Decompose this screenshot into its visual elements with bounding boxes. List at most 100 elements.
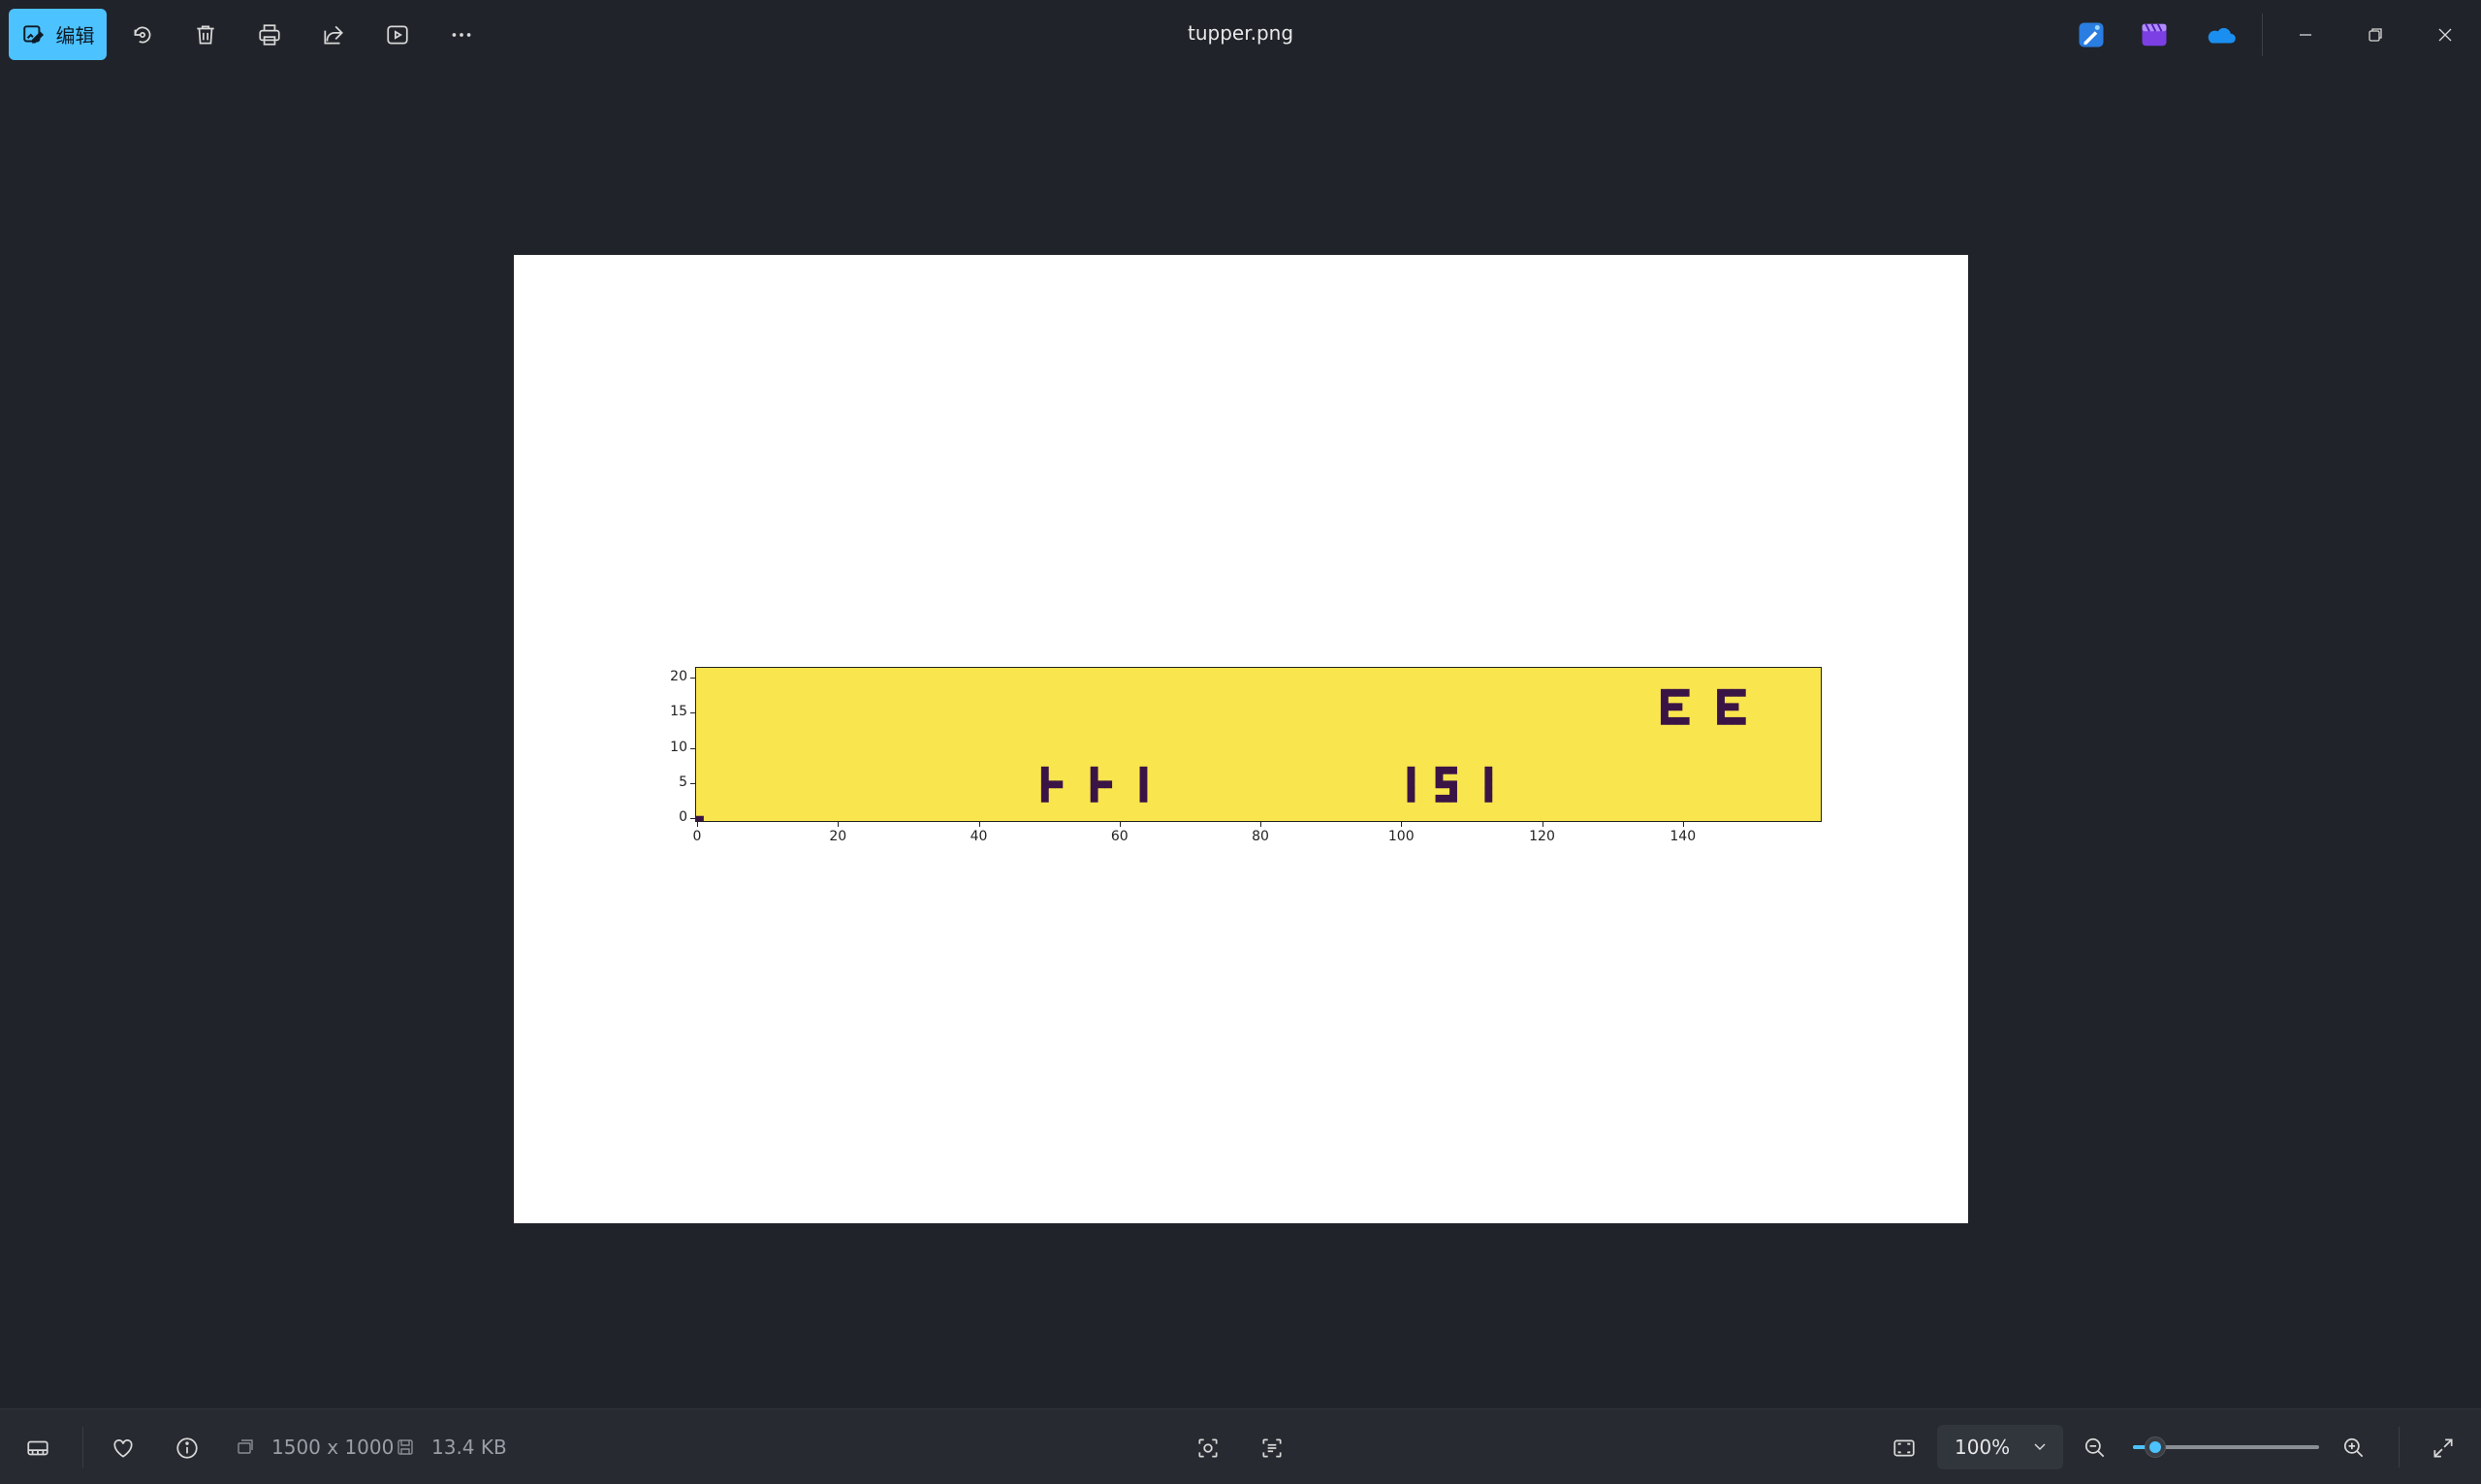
heatmap-cell: [1040, 766, 1049, 774]
image-canvas[interactable]: 0 20 40 60 80 100 120 140 0 5 10 15 20: [514, 255, 1968, 1223]
heatmap-cell: [1040, 774, 1049, 781]
image-dimensions: 1500 x 1000: [271, 1436, 395, 1459]
heatmap-cell: [1090, 794, 1098, 803]
ocr-button[interactable]: [1255, 1431, 1289, 1466]
heatmap-cell: [1717, 688, 1725, 697]
status-divider: [82, 1427, 83, 1468]
print-button[interactable]: [252, 17, 287, 52]
share-button[interactable]: [316, 17, 351, 52]
y-tick-label: 5: [679, 774, 687, 790]
heatmap-cell: [1484, 794, 1493, 803]
y-tick-mark: [690, 677, 695, 679]
y-tick-label: 15: [670, 704, 687, 720]
edit-button[interactable]: 编辑: [9, 9, 107, 60]
heatmap-cell: [1407, 780, 1415, 789]
window-title: tupper.png: [1187, 21, 1294, 45]
heatmap-cell: [1717, 703, 1725, 711]
heatmap-cell: [1442, 780, 1450, 789]
heatmap-cell: [1449, 780, 1457, 789]
filmstrip-icon: [27, 1440, 48, 1456]
y-tick-mark: [690, 818, 695, 820]
heatmap-cell: [1139, 787, 1148, 796]
heatmap-cell: [1660, 710, 1669, 718]
y-tick-label: 20: [670, 668, 687, 684]
fit-to-window-button[interactable]: [1887, 1431, 1922, 1466]
zoom-level: 100%: [1955, 1436, 2011, 1459]
heatmap-cell: [1442, 766, 1450, 774]
heatmap-cell: [1660, 716, 1669, 725]
edit-button-label: 编辑: [55, 24, 95, 47]
heatmap-cell: [1040, 780, 1049, 789]
heatmap-cell: [1731, 688, 1739, 697]
zoom-in-button[interactable]: [2337, 1431, 2371, 1466]
heatmap-cell: [1090, 780, 1098, 789]
file-size-icon: [398, 1439, 413, 1455]
x-tick-label: 100: [1387, 829, 1415, 844]
heatmap-cell: [1435, 774, 1444, 781]
clipchamp-icon[interactable]: [2140, 20, 2169, 49]
x-tick-mark: [1682, 822, 1684, 827]
zoom-out-button[interactable]: [2078, 1431, 2113, 1466]
heatmap-cell: [1681, 716, 1690, 725]
heart-icon: [113, 1439, 133, 1458]
heatmap-cell: [1484, 766, 1493, 774]
heatmap-cell: [1731, 716, 1739, 725]
heatmap-cell: [1090, 774, 1098, 781]
zoom-slider[interactable]: [2133, 1437, 2319, 1458]
rotate-button[interactable]: [125, 17, 160, 52]
delete-icon: [197, 25, 214, 45]
minimize-button[interactable]: [2286, 17, 2325, 52]
visual-search-button[interactable]: [1191, 1431, 1225, 1466]
x-tick-mark: [838, 822, 840, 827]
zoom-out-icon: [2084, 1437, 2105, 1458]
heatmap-cell: [1435, 794, 1444, 803]
onedrive-icon[interactable]: [2204, 20, 2237, 49]
full-screen-icon: [2433, 1438, 2453, 1458]
heatmap-cells: [696, 688, 1746, 821]
zoom-in-icon: [2343, 1437, 2364, 1458]
visual-search-icon: [1198, 1438, 1218, 1458]
close-button[interactable]: [2426, 17, 2465, 52]
x-tick-mark: [1119, 822, 1121, 827]
x-tick-mark: [1401, 822, 1403, 827]
restore-button[interactable]: [2356, 17, 2395, 52]
toolbar-divider: [2262, 14, 2263, 56]
heatmap-cell: [1055, 780, 1064, 789]
heatmap-cell: [1717, 696, 1725, 704]
heatmap-cell: [1668, 688, 1676, 697]
x-tick-mark: [1260, 822, 1261, 827]
heatmap-cell: [1737, 688, 1746, 697]
heatmap-cell: [1737, 716, 1746, 725]
photo-editor-icon[interactable]: [2077, 20, 2106, 49]
y-tick-mark: [690, 747, 695, 749]
file-info-button[interactable]: [170, 1431, 205, 1466]
zoom-slider-thumb[interactable]: [2145, 1437, 2167, 1458]
y-tick-mark: [690, 783, 695, 784]
full-screen-button[interactable]: [2426, 1431, 2461, 1466]
favorite-button[interactable]: [106, 1431, 141, 1466]
slideshow-button[interactable]: [380, 17, 415, 52]
heatmap-cell: [1724, 703, 1733, 711]
more-button[interactable]: [444, 17, 479, 52]
slideshow-icon: [387, 25, 408, 45]
y-tick-label: 10: [670, 739, 687, 755]
zoom-level-dropdown[interactable]: 100%: [1937, 1425, 2063, 1469]
fit-window-icon: [1893, 1439, 1915, 1457]
file-size: 13.4 KB: [431, 1436, 507, 1459]
heatmap-cell: [1724, 688, 1733, 697]
heatmap-cell: [1407, 794, 1415, 803]
heatmap-cell: [1449, 794, 1457, 803]
heatmap-cell: [1674, 716, 1683, 725]
x-tick-mark: [697, 822, 698, 827]
edit-image-icon: [22, 24, 44, 44]
close-icon: [2438, 28, 2452, 42]
filmstrip-button[interactable]: [20, 1431, 55, 1466]
x-tick-label: 40: [970, 829, 988, 844]
heatmap-cell: [1660, 703, 1669, 711]
minimize-icon: [2300, 34, 2311, 36]
share-icon: [324, 25, 343, 45]
x-tick-mark: [978, 822, 980, 827]
y-tick-mark: [690, 712, 695, 714]
heatmap-cell: [1668, 716, 1676, 725]
delete-button[interactable]: [188, 17, 223, 52]
